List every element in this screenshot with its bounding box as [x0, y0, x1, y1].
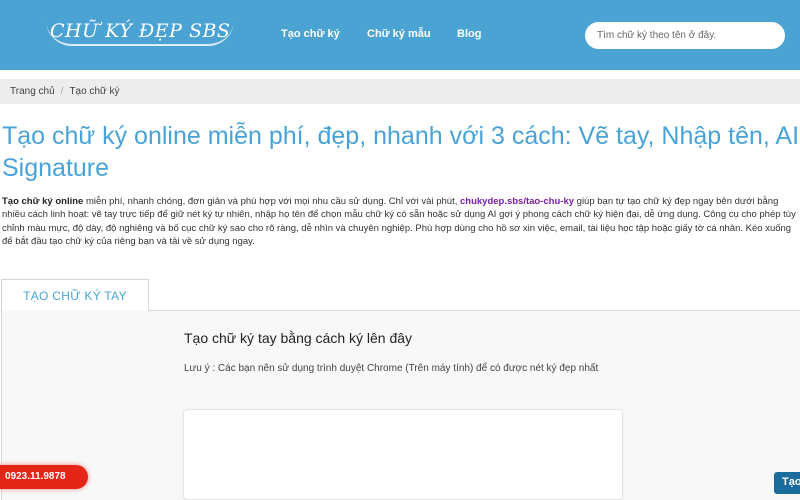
intro-link[interactable]: chukydep.sbs/tao-chu-ky [460, 196, 574, 207]
nav-tao-chu-ky[interactable]: Tạo chữ ký [281, 28, 340, 40]
logo-text: CHỮ KÝ ĐẸP SBS [46, 20, 235, 46]
tab-draw-signature[interactable]: TẠO CHỮ KÝ TAY [1, 279, 149, 311]
intro-paragraph: Tạo chữ ký online miễn phí, nhanh chóng,… [2, 195, 800, 249]
section-heading: Tạo chữ ký tay bằng cách ký lên đây [184, 330, 413, 346]
breadcrumb: Trang chủ / Tạo chữ ký [0, 79, 800, 104]
top-navbar: CHỮ KÝ ĐẸP SBS Tạo chữ ký Chữ ký mẫu Blo… [0, 0, 800, 70]
breadcrumb-separator: / [60, 86, 64, 97]
search-input[interactable] [585, 22, 785, 49]
intro-text-1: miễn phí, nhanh chóng, đơn giản và phù h… [83, 196, 460, 207]
nav-chu-ky-mau[interactable]: Chữ ký mẫu [367, 28, 431, 40]
browser-note: Lưu ý : Các bạn nên sử dụng trình duyệt … [184, 363, 599, 374]
intro-bold-text: Tạo chữ ký online [2, 196, 84, 207]
tab-divider [149, 310, 800, 311]
page-title: Tạo chữ ký online miễn phí, đẹp, nhanh v… [2, 122, 800, 182]
signature-canvas[interactable] [183, 409, 623, 500]
breadcrumb-home-link[interactable]: Trang chủ [10, 86, 55, 97]
site-logo[interactable]: CHỮ KÝ ĐẸP SBS [46, 20, 235, 46]
nav-blog[interactable]: Blog [457, 28, 481, 40]
create-button[interactable]: Tạo [774, 472, 800, 494]
hotline-button[interactable]: 0923.11.9878 [0, 465, 88, 489]
breadcrumb-current: Tạo chữ ký [69, 86, 120, 97]
